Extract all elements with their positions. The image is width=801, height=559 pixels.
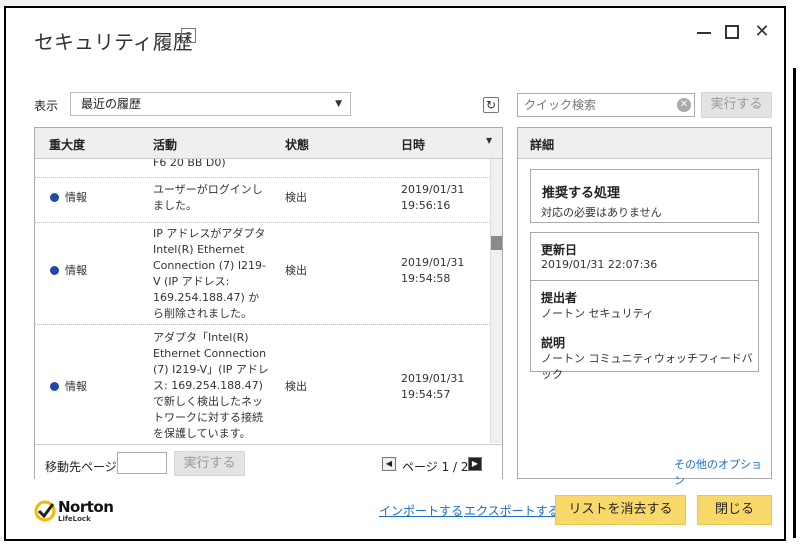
- dropdown-caret-icon: ▼: [335, 99, 342, 109]
- list-pagination: 移動先ページ: 実行する ◀ ページ 1 / 2 ▶: [35, 444, 502, 479]
- export-link[interactable]: エクスポートする: [464, 502, 560, 519]
- close-button[interactable]: 閉じる: [697, 495, 772, 525]
- details-panel: 詳細 推奨する処理 対応の必要はありません 更新日 2019/01/31 22:…: [517, 127, 772, 487]
- column-activity[interactable]: 活動: [153, 136, 177, 153]
- norton-check-icon: [34, 500, 56, 522]
- import-link[interactable]: インポートする: [379, 502, 463, 519]
- description-label: 説明: [541, 336, 566, 350]
- minimize-icon[interactable]: [692, 20, 716, 44]
- history-list: 重大度 活動 状態 日時 ▼ F6 20 BB D0) 情報 ユーザーがログイン…: [34, 127, 503, 479]
- norton-logo: Norton LifeLock: [34, 498, 114, 524]
- updated-value: 2019/01/31 22:07:36: [541, 258, 658, 271]
- goto-page-input[interactable]: [117, 452, 167, 474]
- list-scrollbar[interactable]: [490, 159, 502, 443]
- recommended-action-box: 推奨する処理 対応の必要はありません: [530, 169, 759, 223]
- help-icon[interactable]: ?: [181, 28, 196, 43]
- list-rows: F6 20 BB D0) 情報 ユーザーがログインしました。 検出 2019/0…: [35, 159, 490, 443]
- scrollbar-thumb[interactable]: [491, 236, 502, 250]
- window-title: セキュリティ履歴: [34, 30, 193, 54]
- history-filter-select[interactable]: 最近の履歴 ▼: [70, 92, 351, 116]
- detail-info-box: 更新日 2019/01/31 22:07:36 提出者 ノートン セキュリティ …: [530, 232, 759, 381]
- row-severity: 情報: [65, 191, 87, 204]
- close-icon[interactable]: ✕: [750, 20, 774, 44]
- show-label: 表示: [34, 99, 59, 113]
- severity-dot: [50, 266, 59, 275]
- provider-value: ノートン セキュリティ: [541, 307, 654, 320]
- row-activity: F6 20 BB D0): [153, 159, 226, 169]
- row-time: 19:54:58: [401, 272, 451, 285]
- clear-search-icon[interactable]: ✕: [677, 98, 691, 112]
- row-status: 検出: [285, 380, 307, 393]
- table-row[interactable]: 情報 ユーザーがログインしました。 検出 2019/01/31 19:56:16: [35, 177, 490, 223]
- table-row[interactable]: 情報 アダプタ「Intel(R) Ethernet Connection (7)…: [35, 324, 490, 443]
- row-severity: 情報: [65, 380, 87, 393]
- recommended-title: 推奨する処理: [542, 186, 621, 201]
- row-activity: IP アドレスがアダプタ Intel(R) Ethernet Connectio…: [153, 227, 267, 320]
- next-page-icon[interactable]: ▶: [468, 457, 482, 471]
- goto-run-button[interactable]: 実行する: [174, 451, 245, 476]
- description-value: ノートン コミュニティウォッチフィードバック: [541, 352, 753, 381]
- updated-label: 更新日: [541, 243, 578, 257]
- maximize-icon[interactable]: [720, 20, 744, 44]
- row-status: 検出: [285, 264, 307, 277]
- column-datetime[interactable]: 日時: [401, 136, 425, 153]
- row-time: 19:54:57: [401, 388, 451, 401]
- row-severity: 情報: [65, 264, 87, 277]
- details-header: 詳細: [518, 128, 771, 159]
- row-status: 検出: [285, 191, 307, 204]
- severity-dot: [50, 382, 59, 391]
- history-filter-value: 最近の履歴: [81, 97, 142, 111]
- window-edge: [786, 0, 801, 559]
- recommended-value: 対応の必要はありません: [541, 206, 662, 219]
- more-options-link[interactable]: その他のオプション: [674, 456, 771, 488]
- row-activity: アダプタ「Intel(R) Ethernet Connection (7) I2…: [153, 331, 269, 440]
- column-status[interactable]: 状態: [285, 136, 309, 153]
- column-severity[interactable]: 重大度: [49, 136, 85, 153]
- row-date: 2019/01/31: [401, 183, 465, 196]
- severity-dot: [50, 193, 59, 202]
- norton-sub-wordmark: LifeLock: [58, 515, 91, 523]
- goto-page-label: 移動先ページ:: [45, 460, 121, 474]
- quick-search-input[interactable]: [517, 93, 695, 117]
- refresh-icon[interactable]: ↻: [483, 97, 499, 113]
- row-date: 2019/01/31: [401, 372, 465, 385]
- norton-wordmark: Norton: [58, 498, 114, 516]
- clear-list-button[interactable]: リストを消去する: [555, 495, 686, 525]
- row-date: 2019/01/31: [401, 256, 465, 269]
- table-row[interactable]: 情報 IP アドレスがアダプタ Intel(R) Ethernet Connec…: [35, 222, 490, 325]
- page-indicator: ページ 1 / 2: [402, 460, 469, 474]
- row-activity: ユーザーがログインしました。: [153, 183, 263, 212]
- list-header: 重大度 活動 状態 日時 ▼: [35, 128, 502, 159]
- row-time: 19:56:16: [401, 199, 451, 212]
- search-run-button[interactable]: 実行する: [701, 92, 772, 118]
- prev-page-icon[interactable]: ◀: [382, 457, 396, 471]
- table-row[interactable]: F6 20 BB D0): [35, 159, 490, 178]
- sort-caret-icon[interactable]: ▼: [486, 136, 492, 145]
- provider-label: 提出者: [541, 291, 578, 305]
